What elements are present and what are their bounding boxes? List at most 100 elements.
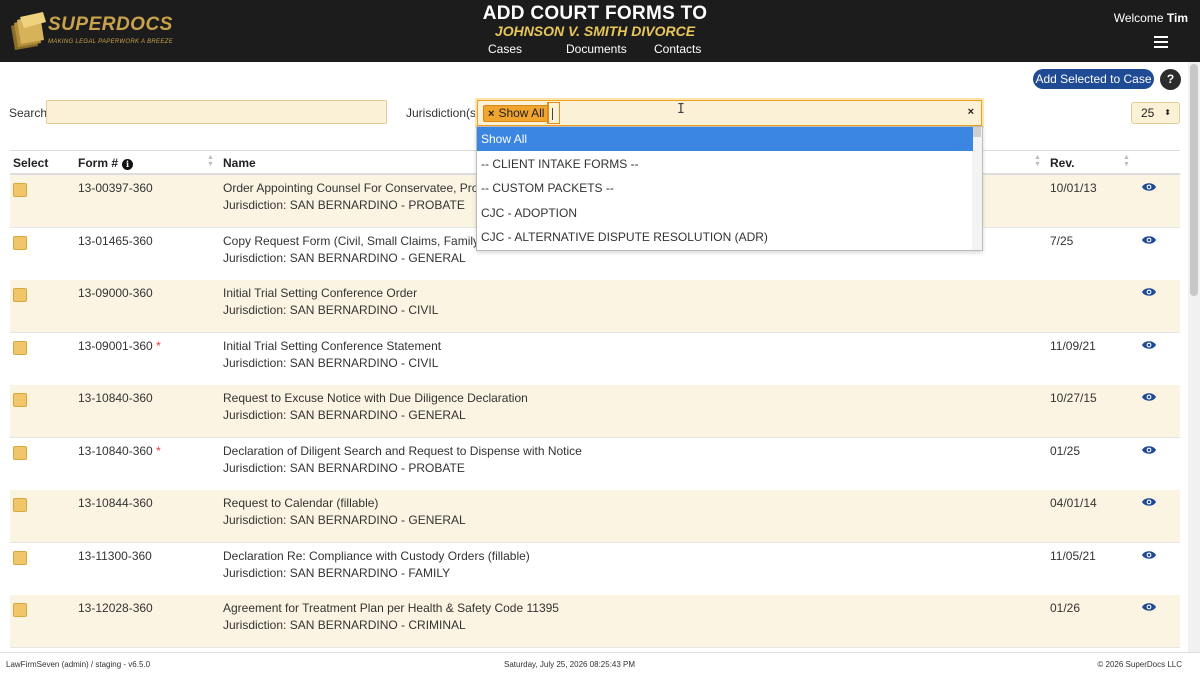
per-page-select[interactable]: 25 ⬍ bbox=[1131, 102, 1180, 124]
select-checkbox[interactable] bbox=[13, 445, 27, 460]
eye-icon[interactable] bbox=[1142, 497, 1156, 507]
form-number-text: 13-09001-360 bbox=[78, 338, 153, 353]
form-name[interactable]: Request to Calendar (fillable) bbox=[223, 496, 863, 510]
sort-arrows-icon[interactable]: ▲ ▼ bbox=[207, 154, 214, 168]
form-revision: 01/26 bbox=[1050, 601, 1081, 615]
form-revision: 11/05/21 bbox=[1050, 548, 1096, 563]
select-checkbox[interactable] bbox=[13, 498, 27, 512]
dropdown-option[interactable]: CJC - ALTERNATIVE DISPUTE RESOLUTION (AD… bbox=[477, 225, 973, 249]
search-input[interactable] bbox=[46, 100, 387, 124]
form-name[interactable]: Initial Trial Setting Conference Order bbox=[223, 286, 863, 300]
table-row[interactable]: 13-11300-360 Declaration Re: Compliance … bbox=[10, 543, 1180, 596]
dropdown-option[interactable]: Show All bbox=[477, 127, 973, 151]
updown-arrow-icon: ⬍ bbox=[1164, 108, 1171, 117]
eye-icon[interactable] bbox=[1142, 602, 1156, 612]
jurisdiction-dropdown: Show All -- CLIENT INTAKE FORMS -- -- CUST… bbox=[476, 126, 983, 251]
footer-user-info: LawFirmSeven (admin) / staging - v6.5.0 bbox=[6, 660, 151, 669]
page-scrollbar[interactable] bbox=[1188, 62, 1200, 652]
form-number-text: 13-10844-360 bbox=[78, 496, 153, 510]
column-name[interactable]: Name bbox=[223, 156, 256, 170]
form-number-text: 13-10840-360 bbox=[78, 391, 153, 405]
sort-arrows-icon[interactable]: ▲ ▼ bbox=[1123, 154, 1130, 168]
required-star: * bbox=[156, 338, 161, 353]
table-row[interactable]: 13-10840-360 * Declaration of Diligent Se… bbox=[10, 438, 1180, 491]
form-name[interactable]: Initial Trial Setting Conference Stateme… bbox=[223, 339, 863, 353]
form-jurisdiction: Jurisdiction: SAN BERNARDINO - GENERAL bbox=[223, 408, 466, 422]
form-jurisdiction: Jurisdiction: SAN BERNARDINO - FAMILY bbox=[223, 565, 451, 580]
nav-documents[interactable]: Documents bbox=[566, 42, 627, 56]
sort-arrows-icon[interactable]: ▲ ▼ bbox=[1034, 154, 1041, 168]
table-row[interactable]: 13-10840-360 Request to Excuse Notice wi… bbox=[10, 385, 1180, 438]
form-jurisdiction: Jurisdiction: SAN BERNARDINO - CIVIL bbox=[223, 303, 439, 317]
jurisdiction-select[interactable]: × Show All × bbox=[477, 100, 982, 126]
nav-cases[interactable]: Cases bbox=[488, 42, 522, 56]
form-name[interactable]: Declaration Re: Compliance with Custody … bbox=[223, 549, 863, 563]
table-row[interactable]: 13-12028-360 Agreement for Treatment Pla… bbox=[10, 595, 1180, 648]
select-checkbox[interactable] bbox=[13, 183, 27, 197]
form-jurisdiction: Jurisdiction: SAN BERNARDINO - PROBATE bbox=[223, 460, 465, 475]
column-form-number[interactable]: Form # i bbox=[78, 156, 134, 170]
form-revision: 11/09/21 bbox=[1050, 338, 1096, 353]
eye-icon[interactable] bbox=[1142, 182, 1156, 192]
form-revision: 01/25 bbox=[1050, 443, 1081, 458]
superdocs-logo[interactable]: SUPERDOCS MAKING LEGAL PAPERWORK A BREEZ… bbox=[8, 8, 173, 52]
form-name[interactable]: Declaration of Diligent Search and Reque… bbox=[223, 444, 863, 458]
clear-selection-icon[interactable]: × bbox=[968, 106, 974, 118]
footer-copyright: © 2026 SuperDocs LLC bbox=[1097, 660, 1182, 669]
add-selected-to-case-button[interactable]: Add Selected to Case bbox=[1033, 69, 1154, 89]
required-star: * bbox=[156, 443, 161, 458]
dropdown-scrollbar[interactable] bbox=[972, 127, 982, 250]
form-name[interactable]: Agreement for Treatment Plan per Health … bbox=[223, 601, 863, 615]
dropdown-option[interactable]: -- CLIENT INTAKE FORMS -- bbox=[477, 152, 973, 176]
dropdown-option[interactable]: CJC - ADOPTION bbox=[477, 201, 973, 225]
info-icon[interactable]: i bbox=[122, 159, 134, 170]
table-row[interactable]: 13-09001-360 * Initial Trial Setting Conf… bbox=[10, 333, 1180, 386]
eye-icon[interactable] bbox=[1142, 235, 1156, 245]
form-number-text: 13-11300-360 bbox=[78, 548, 152, 563]
select-checkbox[interactable] bbox=[13, 550, 27, 565]
app-header: SUPERDOCS MAKING LEGAL PAPERWORK A BREEZ… bbox=[0, 0, 1200, 62]
help-icon[interactable]: ? bbox=[1160, 69, 1181, 90]
form-name[interactable]: Request to Excuse Notice with Due Dilige… bbox=[223, 391, 863, 405]
eye-icon[interactable] bbox=[1142, 392, 1156, 402]
form-number-text: 13-10840-360 bbox=[78, 443, 153, 458]
form-number: 13-10840-360 bbox=[78, 391, 153, 405]
form-number: 13-00397-360 bbox=[78, 181, 153, 195]
table-row[interactable]: 13-10844-360 Request to Calendar (fillab… bbox=[10, 490, 1180, 543]
form-number: 13-10840-360 * bbox=[78, 444, 161, 458]
eye-icon[interactable] bbox=[1142, 445, 1156, 455]
column-rev[interactable]: Rev. bbox=[1050, 156, 1074, 170]
select-checkbox[interactable] bbox=[13, 288, 27, 302]
eye-icon[interactable] bbox=[1142, 340, 1156, 350]
text-cursor-icon: I bbox=[677, 102, 685, 117]
dropdown-option[interactable]: -- CUSTOM PACKETS -- bbox=[477, 176, 973, 200]
jurisdiction-search-input[interactable] bbox=[547, 102, 560, 124]
form-jurisdiction: Jurisdiction: SAN BERNARDINO - CRIMINAL bbox=[223, 618, 466, 632]
per-page-value: 25 bbox=[1141, 106, 1155, 120]
logo-title: SUPERDOCS bbox=[48, 14, 173, 35]
eye-icon[interactable] bbox=[1142, 287, 1156, 297]
welcome-prefix: Welcome bbox=[1113, 11, 1164, 25]
form-number: 13-10844-360 bbox=[78, 496, 153, 510]
eye-icon[interactable] bbox=[1142, 550, 1156, 560]
scrollbar-thumb[interactable] bbox=[1190, 64, 1198, 296]
jurisdiction-tag-label: Show All bbox=[498, 106, 545, 120]
select-checkbox[interactable] bbox=[13, 235, 27, 250]
form-jurisdiction: Jurisdiction: SAN BERNARDINO - GENERAL bbox=[223, 250, 466, 265]
table-row[interactable]: 13-09000-360 Initial Trial Setting Confe… bbox=[10, 280, 1180, 333]
form-number: 13-09000-360 bbox=[78, 286, 153, 300]
select-checkbox[interactable] bbox=[13, 393, 27, 407]
hamburger-menu-icon[interactable] bbox=[1154, 36, 1168, 48]
logo-tagline: MAKING LEGAL PAPERWORK A BREEZE bbox=[48, 39, 173, 45]
tag-remove-icon[interactable]: × bbox=[488, 108, 494, 120]
form-jurisdiction: Jurisdiction: SAN BERNARDINO - GENERAL bbox=[223, 513, 466, 527]
select-checkbox[interactable] bbox=[13, 340, 27, 355]
nav-contacts[interactable]: Contacts bbox=[654, 42, 701, 56]
form-number-text: 13-01465-360 bbox=[78, 233, 153, 248]
app-footer: LawFirmSeven (admin) / staging - v6.5.0 … bbox=[0, 652, 1200, 675]
search-label: Search bbox=[9, 106, 48, 120]
jurisdiction-tag[interactable]: × Show All bbox=[483, 105, 550, 122]
form-number-text: 13-09000-360 bbox=[78, 286, 153, 300]
form-number: 13-09001-360 * bbox=[78, 339, 161, 353]
select-checkbox[interactable] bbox=[13, 603, 27, 617]
